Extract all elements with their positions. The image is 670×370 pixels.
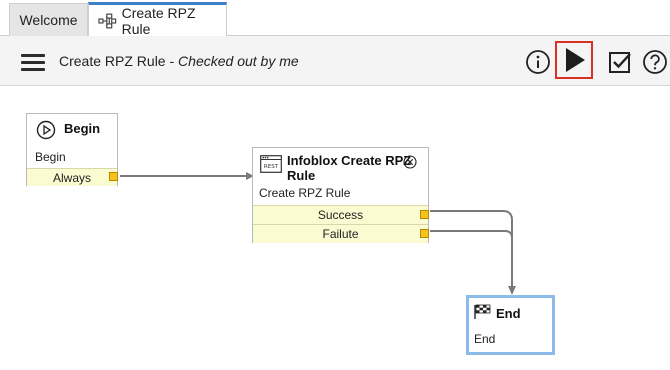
task-node-description: Create RPZ Rule [259,186,351,200]
play-circle-icon [36,120,56,140]
port-success-handle[interactable] [420,210,429,219]
end-node[interactable]: End End [466,295,555,355]
end-node-title: End [496,306,521,321]
checkered-flag-icon [474,304,491,319]
tab-welcome-label: Welcome [19,12,78,28]
port-always-label: Always [52,171,91,185]
play-icon [566,48,585,72]
rest-badge-text: REST [264,164,279,170]
port-always[interactable]: Always [27,168,118,186]
port-success-label: Success [317,208,364,222]
run-button[interactable] [555,41,593,79]
port-failute-label: Failute [322,227,359,241]
task-node-title-line2: Rule [287,168,316,183]
port-failute-handle[interactable] [420,229,429,238]
help-icon[interactable] [642,49,668,75]
workflow-icon [98,13,117,28]
tab-create-rpz-rule-label: Create RPZ Rule [121,4,196,37]
begin-node-description: Begin [35,150,66,164]
task-node-infoblox-create-rpz-rule[interactable]: REST Infoblox Create RPZ Rule Create RPZ… [252,147,429,243]
end-node-description: End [474,332,496,346]
task-node-title-line1: Infoblox Create RPZ [287,153,412,168]
begin-node[interactable]: Begin Begin Always [26,113,118,186]
page-title: Create RPZ Rule - Checked out by me [59,53,299,69]
port-success[interactable]: Success [253,205,429,224]
info-icon[interactable] [525,49,551,75]
title-separator: - [165,53,179,69]
tab-bar: Welcome Create RPZ Rule [0,0,670,37]
menu-icon[interactable] [21,54,45,72]
port-failute[interactable]: Failute [253,224,429,243]
workflow-canvas[interactable]: Begin Begin Always REST Infoblox Create … [0,86,670,370]
port-always-handle[interactable] [109,172,118,181]
workflow-name: Create RPZ Rule [59,53,166,69]
task-node-title: Infoblox Create RPZ Rule [287,153,411,183]
rest-api-icon: REST [260,155,282,173]
tab-create-rpz-rule[interactable]: Create RPZ Rule [88,2,227,37]
begin-node-title: Begin [64,121,101,136]
remove-node-icon[interactable] [403,155,417,169]
checkin-icon[interactable] [607,49,633,75]
tab-welcome[interactable]: Welcome [9,3,88,36]
checkout-status: Checked out by me [178,53,299,69]
